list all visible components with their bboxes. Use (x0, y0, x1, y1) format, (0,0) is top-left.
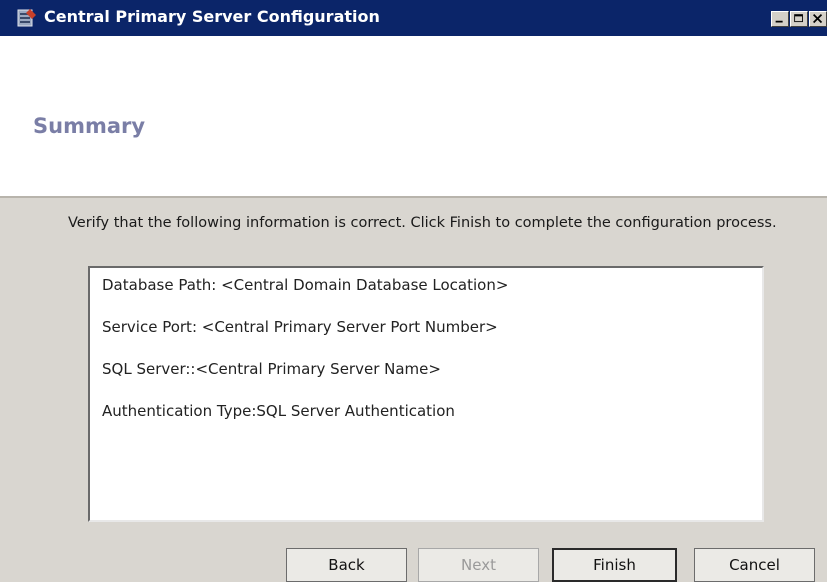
summary-service-port: Service Port: <Central Primary Server Po… (102, 318, 498, 336)
page-title: Summary (33, 114, 146, 138)
maximize-icon (794, 14, 803, 23)
minimize-button[interactable] (771, 11, 789, 27)
summary-authentication-type: Authentication Type:SQL Server Authentic… (102, 402, 455, 420)
close-icon (813, 14, 823, 24)
window-title: Central Primary Server Configuration (44, 7, 380, 26)
summary-database-path: Database Path: <Central Domain Database … (102, 276, 509, 294)
instructions-text: Verify that the following information is… (68, 215, 777, 231)
wizard-content: Verify that the following information is… (0, 198, 827, 582)
summary-sql-server: SQL Server::<Central Primary Server Name… (102, 360, 441, 378)
title-bar[interactable]: Central Primary Server Configuration (0, 0, 827, 36)
finish-button[interactable]: Finish (552, 548, 677, 582)
back-button[interactable]: Back (286, 548, 407, 582)
app-icon (16, 7, 38, 29)
maximize-button[interactable] (790, 11, 808, 27)
wizard-header: Summary (0, 36, 827, 196)
next-button[interactable]: Next (418, 548, 539, 582)
summary-box[interactable]: Database Path: <Central Domain Database … (88, 266, 764, 522)
minimize-icon (775, 20, 783, 23)
close-button[interactable] (809, 11, 827, 27)
cancel-button[interactable]: Cancel (694, 548, 815, 582)
